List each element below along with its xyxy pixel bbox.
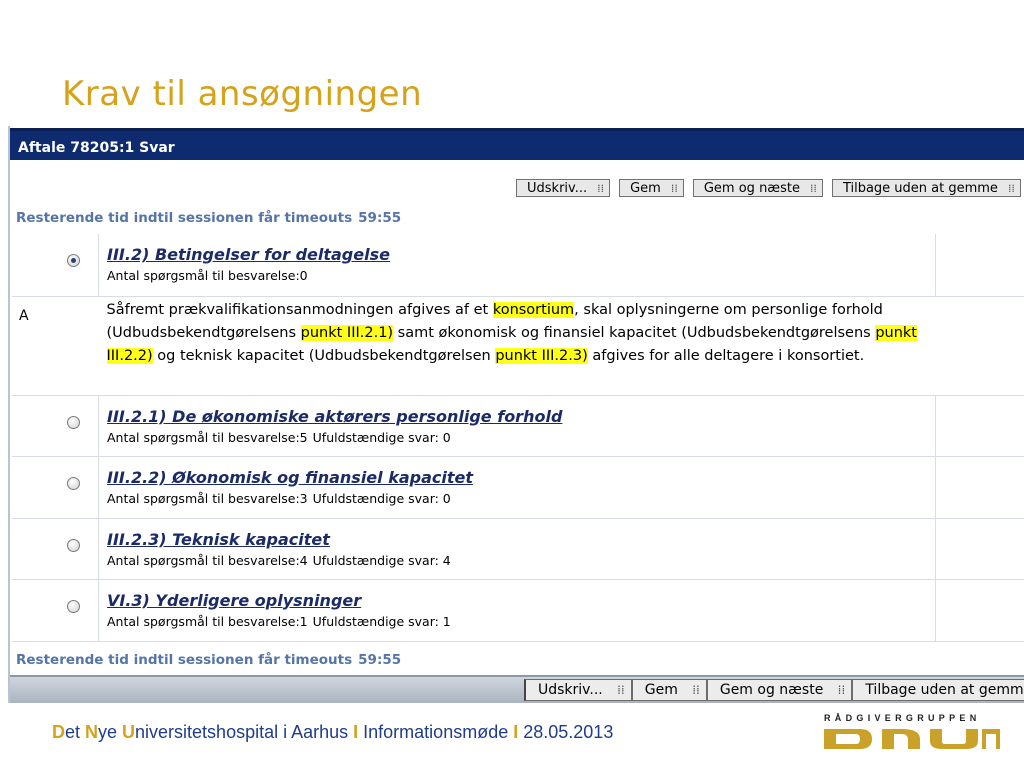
question-link[interactable]: III.2) Betingelser for deltagelse xyxy=(107,245,934,264)
highlight: punkt III.2.3) xyxy=(495,347,588,364)
highlight: punkt III.2.1) xyxy=(300,324,394,341)
bottom-toolbar-bar: Udskriv... Gem Gem og næste Tilbage uden… xyxy=(10,675,1024,703)
description-text: Såfremt prækvalifikationsanmodningen afg… xyxy=(106,301,917,364)
slide-footer: Det Nye Universitetshospital i Aarhus I … xyxy=(52,722,614,742)
print-button[interactable]: Udskriv... xyxy=(516,179,611,197)
top-toolbar: Udskriv... Gem Gem og næste Tilbage uden… xyxy=(516,179,1021,197)
save-button[interactable]: Gem xyxy=(631,679,707,701)
dnu-logo: RÅDGIVERGRUPPEN xyxy=(822,713,1004,753)
question-row: III.2.2) Økonomisk og finansiel kapacite… xyxy=(12,456,1024,519)
question-count: Antal spørgsmål til besvarelse:5 Ufuldstæ… xyxy=(107,429,451,445)
radio-button[interactable] xyxy=(67,415,80,429)
session-timeout-bottom: Resterende tid indtil sessionen får time… xyxy=(16,652,401,668)
row-label: A xyxy=(19,307,29,324)
back-without-saving-button[interactable]: Tilbage uden at gemme xyxy=(831,179,1021,197)
question-table: III.2) Betingelser for deltagelse Antal … xyxy=(12,234,1024,642)
save-and-next-button[interactable]: Gem og næste xyxy=(692,179,823,197)
question-link[interactable]: III.2.1) De økonomiske aktørers personli… xyxy=(107,407,934,426)
question-link[interactable]: III.2.2) Økonomisk og finansiel kapacite… xyxy=(107,468,934,487)
highlight: konsortium xyxy=(492,301,575,318)
question-count: Antal spørgsmål til besvarelse:0 xyxy=(107,268,308,283)
save-button[interactable]: Gem xyxy=(619,179,684,197)
application-window: Aftale 78205:1 Svar Udskriv... Gem Gem o… xyxy=(8,126,1024,703)
description-row: A Såfremt prækvalifikationsanmodningen a… xyxy=(12,296,1024,396)
back-without-saving-button[interactable]: Tilbage uden at gemme xyxy=(852,679,1024,701)
radio-button[interactable] xyxy=(67,476,80,490)
question-count: Antal spørgsmål til besvarelse:3 Ufuldstæ… xyxy=(107,490,451,506)
logo-subtitle: RÅDGIVERGRUPPEN xyxy=(824,713,981,723)
timeout-label: Resterende tid indtil sessionen får time… xyxy=(16,652,353,668)
question-row: III.2) Betingelser for deltagelse Antal … xyxy=(12,234,1024,297)
session-timeout-top: Resterende tid indtil sessionen får time… xyxy=(16,210,401,226)
save-and-next-button[interactable]: Gem og næste xyxy=(706,679,853,701)
print-button[interactable]: Udskriv... xyxy=(524,679,632,701)
question-count: Antal spørgsmål til besvarelse:1 Ufuldstæ… xyxy=(107,613,451,629)
bottom-toolbar: Udskriv... Gem Gem og næste Tilbage uden… xyxy=(524,679,1024,701)
timeout-value: 59:55 xyxy=(358,210,402,226)
radio-button[interactable] xyxy=(67,254,80,267)
slide-title: Krav til ansøgningen xyxy=(62,74,423,114)
question-count: Antal spørgsmål til besvarelse:4 Ufuldstæ… xyxy=(107,552,451,568)
question-row: VI.3) Yderligere oplysninger Antal spørg… xyxy=(12,579,1024,642)
window-title: Aftale 78205:1 Svar xyxy=(10,128,1024,160)
radio-button[interactable] xyxy=(67,599,80,613)
timeout-value: 59:55 xyxy=(358,652,402,668)
timeout-label: Resterende tid indtil sessionen får time… xyxy=(16,210,353,226)
question-link[interactable]: III.2.3) Teknisk kapacitet xyxy=(107,530,934,549)
radio-button[interactable] xyxy=(67,538,80,552)
question-row: III.2.3) Teknisk kapacitet Antal spørgsm… xyxy=(12,518,1024,580)
question-link[interactable]: VI.3) Yderligere oplysninger xyxy=(107,591,934,610)
question-row: III.2.1) De økonomiske aktørers personli… xyxy=(12,395,1024,457)
